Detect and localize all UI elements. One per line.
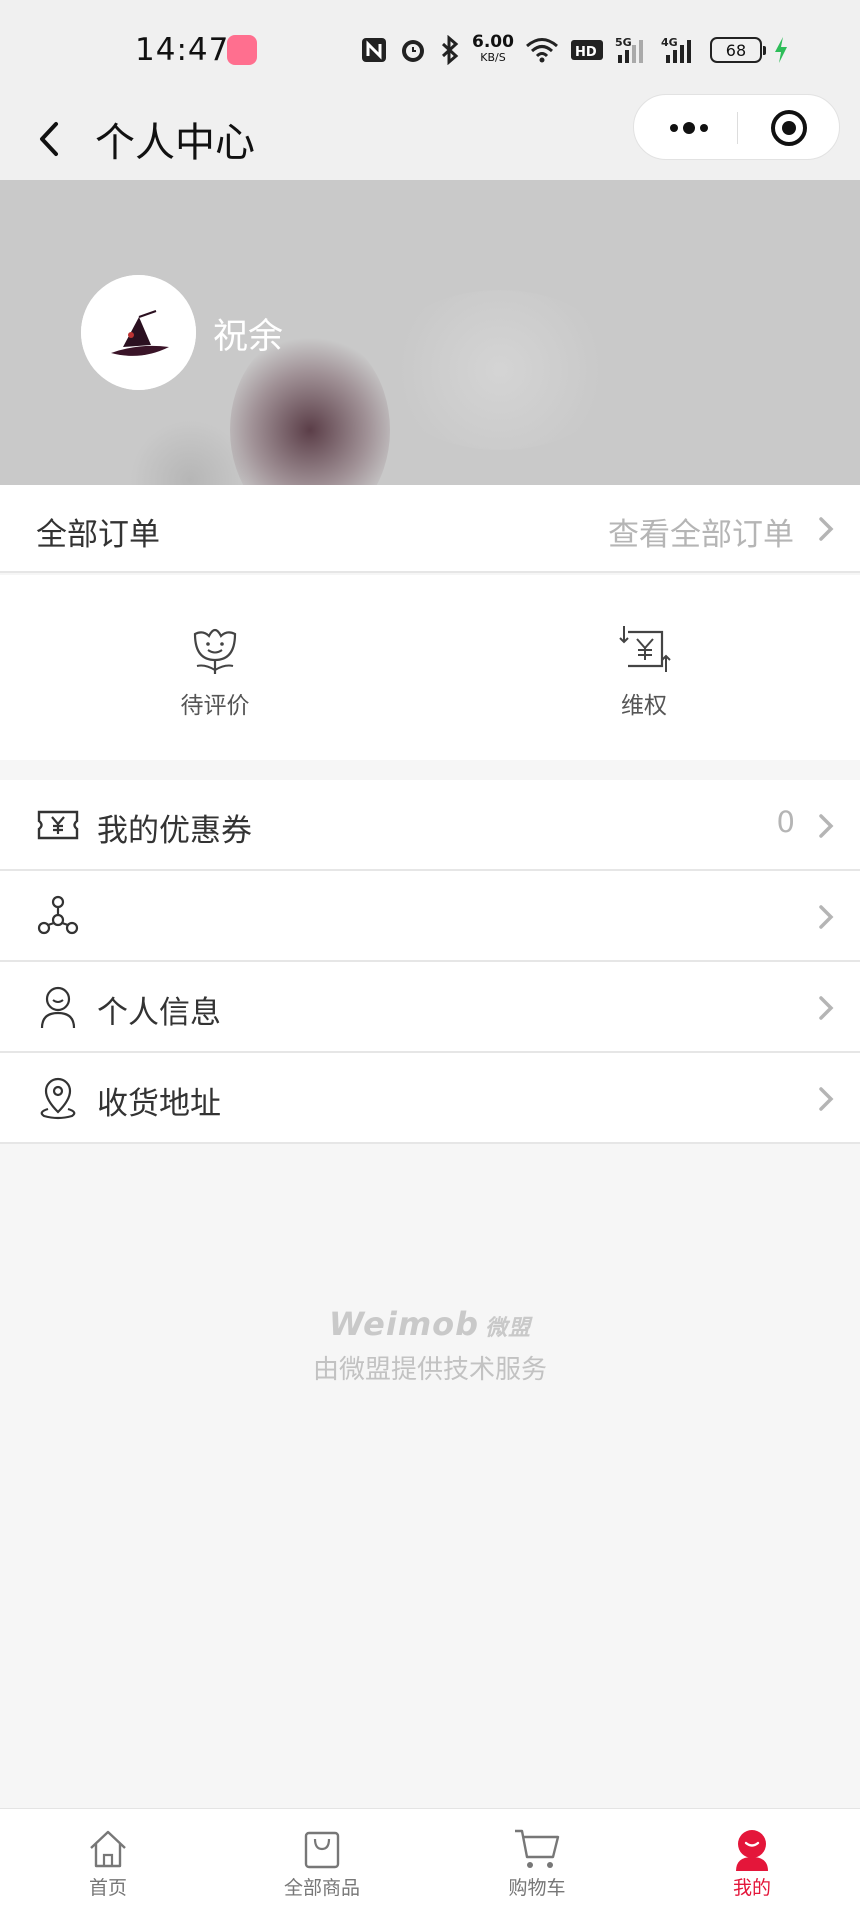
svg-text:4G: 4G xyxy=(661,36,678,49)
status-time: 14:47 xyxy=(135,32,230,68)
net-speed: 6.00 KB/S xyxy=(472,32,514,65)
capsule-divider xyxy=(737,112,738,144)
location-pin-icon xyxy=(40,1077,76,1120)
chevron-right-icon xyxy=(819,996,834,1020)
battery-icon: 68 xyxy=(709,37,766,63)
svg-text:HD: HD xyxy=(575,45,597,60)
menu-item-distribution[interactable] xyxy=(0,871,860,962)
alarm-icon xyxy=(402,40,424,62)
tab-label-mine: 我的 xyxy=(732,1877,771,1899)
tab-mine[interactable]: 我的 xyxy=(672,1827,832,1900)
menu-item-coupons[interactable]: 我的优惠券 0 xyxy=(0,780,860,871)
tab-label-home: 首页 xyxy=(88,1877,127,1899)
tab-label-cart: 购物车 xyxy=(508,1877,566,1899)
order-status-panel: 待评价 维权 xyxy=(0,575,860,760)
svg-text:5G: 5G xyxy=(615,36,632,49)
avatar-image xyxy=(81,275,196,390)
weimob-logo: Weimob 微盟 xyxy=(328,1305,532,1343)
home-icon xyxy=(90,1830,126,1868)
more-options-icon[interactable] xyxy=(664,113,714,143)
order-rights-protection[interactable]: 维权 xyxy=(574,620,714,720)
charging-icon xyxy=(774,37,787,63)
tech-service-text: 由微盟提供技术服务 xyxy=(312,1355,547,1385)
menu-label-personal-info: 个人信息 xyxy=(97,995,221,1031)
order-to-review[interactable]: 待评价 xyxy=(145,620,285,720)
miniprogram-capsule xyxy=(633,94,840,160)
hd-icon: HD xyxy=(570,40,603,60)
status-bar: 14:47 6.00 KB/S HD 5G 4G 68 xyxy=(0,0,860,98)
person-icon xyxy=(40,986,76,1029)
user-face-icon xyxy=(736,1830,768,1871)
banner-blur xyxy=(380,290,620,450)
order-to-review-label: 待评价 xyxy=(180,693,250,719)
status-icons: 6.00 KB/S HD 5G 4G 68 xyxy=(360,30,790,70)
view-all-orders-link[interactable]: 查看全部订单 xyxy=(608,509,794,554)
signal-5g-icon: 5G xyxy=(615,36,643,63)
tab-home[interactable]: 首页 xyxy=(28,1827,188,1900)
wifi-icon xyxy=(525,38,558,63)
chevron-right-icon xyxy=(819,517,834,541)
all-orders-title: 全部订单 xyxy=(36,517,160,553)
order-rights-label: 维权 xyxy=(621,693,667,719)
coupon-count: 0 xyxy=(776,805,795,839)
menu-label-coupons: 我的优惠券 xyxy=(97,813,252,849)
flower-smile-icon xyxy=(193,628,237,674)
app-notification-icon xyxy=(227,35,257,65)
tab-cart[interactable]: 购物车 xyxy=(457,1827,617,1900)
network-nodes-icon xyxy=(37,895,79,935)
battery-level: 68 xyxy=(725,40,747,60)
brand-footer: Weimob 微盟 由微盟提供技术服务 xyxy=(0,1305,860,1386)
avatar[interactable] xyxy=(81,275,196,390)
page-title: 个人中心 xyxy=(95,120,255,166)
close-miniprogram-icon[interactable] xyxy=(769,108,809,148)
back-arrow-icon[interactable] xyxy=(30,114,76,164)
bluetooth-icon xyxy=(441,35,459,65)
nfc-icon xyxy=(362,38,386,62)
cart-icon xyxy=(515,1829,560,1868)
chevron-right-icon xyxy=(819,814,834,838)
bottom-tab-bar: 首页 全部商品 购物车 我的 xyxy=(0,1808,860,1920)
all-orders-row[interactable]: 全部订单 查看全部订单 xyxy=(0,485,860,573)
signal-4g-icon: 4G xyxy=(661,36,691,63)
chevron-right-icon xyxy=(819,1087,834,1111)
profile-banner: 祝余 xyxy=(0,180,860,485)
menu-label-address: 收货地址 xyxy=(97,1086,221,1122)
user-name: 祝余 xyxy=(213,317,284,357)
nav-bar: 个人中心 xyxy=(0,94,860,180)
menu-item-address[interactable]: 收货地址 xyxy=(0,1053,860,1144)
menu-item-personal-info[interactable]: 个人信息 xyxy=(0,962,860,1053)
chevron-right-icon xyxy=(819,905,834,929)
menu-list: 我的优惠券 0 个人信息 收货地址 xyxy=(0,780,860,1144)
tab-all-products[interactable]: 全部商品 xyxy=(242,1827,402,1900)
shopping-bag-icon xyxy=(304,1831,340,1869)
yuan-exchange-icon xyxy=(619,626,671,672)
tab-label-all-products: 全部商品 xyxy=(283,1877,360,1899)
coupon-icon xyxy=(37,810,79,840)
